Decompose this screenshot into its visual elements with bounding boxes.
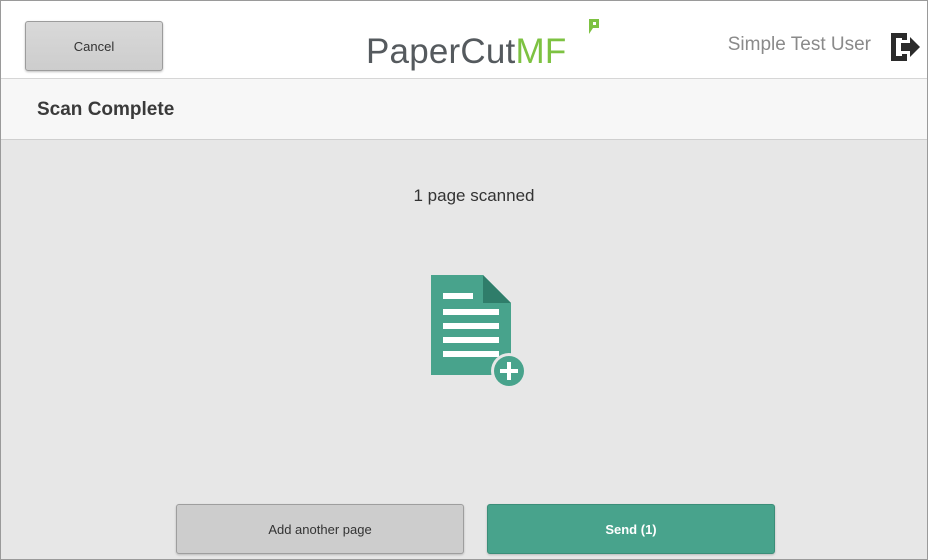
user-name: Simple Test User — [727, 34, 871, 55]
main-content: 1 page scanned Add another page Send (1) — [1, 140, 927, 559]
title-bar: Scan Complete — [1, 79, 927, 140]
scan-complete-screen: Cancel PaperCutMF Simple Test User Scan … — [0, 0, 928, 560]
logo-text-papercut: PaperCut — [366, 32, 516, 71]
page-title: Scan Complete — [37, 99, 175, 120]
send-button[interactable]: Send (1) — [487, 504, 775, 554]
scan-status-text: 1 page scanned — [413, 186, 535, 205]
cancel-button[interactable]: Cancel — [25, 21, 163, 71]
logout-icon[interactable] — [889, 31, 923, 63]
add-another-page-button[interactable]: Add another page — [176, 504, 464, 554]
document-add-icon — [431, 275, 527, 389]
logo-leaf-icon — [589, 19, 599, 34]
logo-text-mf: MF — [515, 32, 567, 71]
papercut-mf-logo: PaperCutMF — [366, 19, 599, 75]
header-bar: Cancel PaperCutMF Simple Test User — [1, 1, 927, 79]
